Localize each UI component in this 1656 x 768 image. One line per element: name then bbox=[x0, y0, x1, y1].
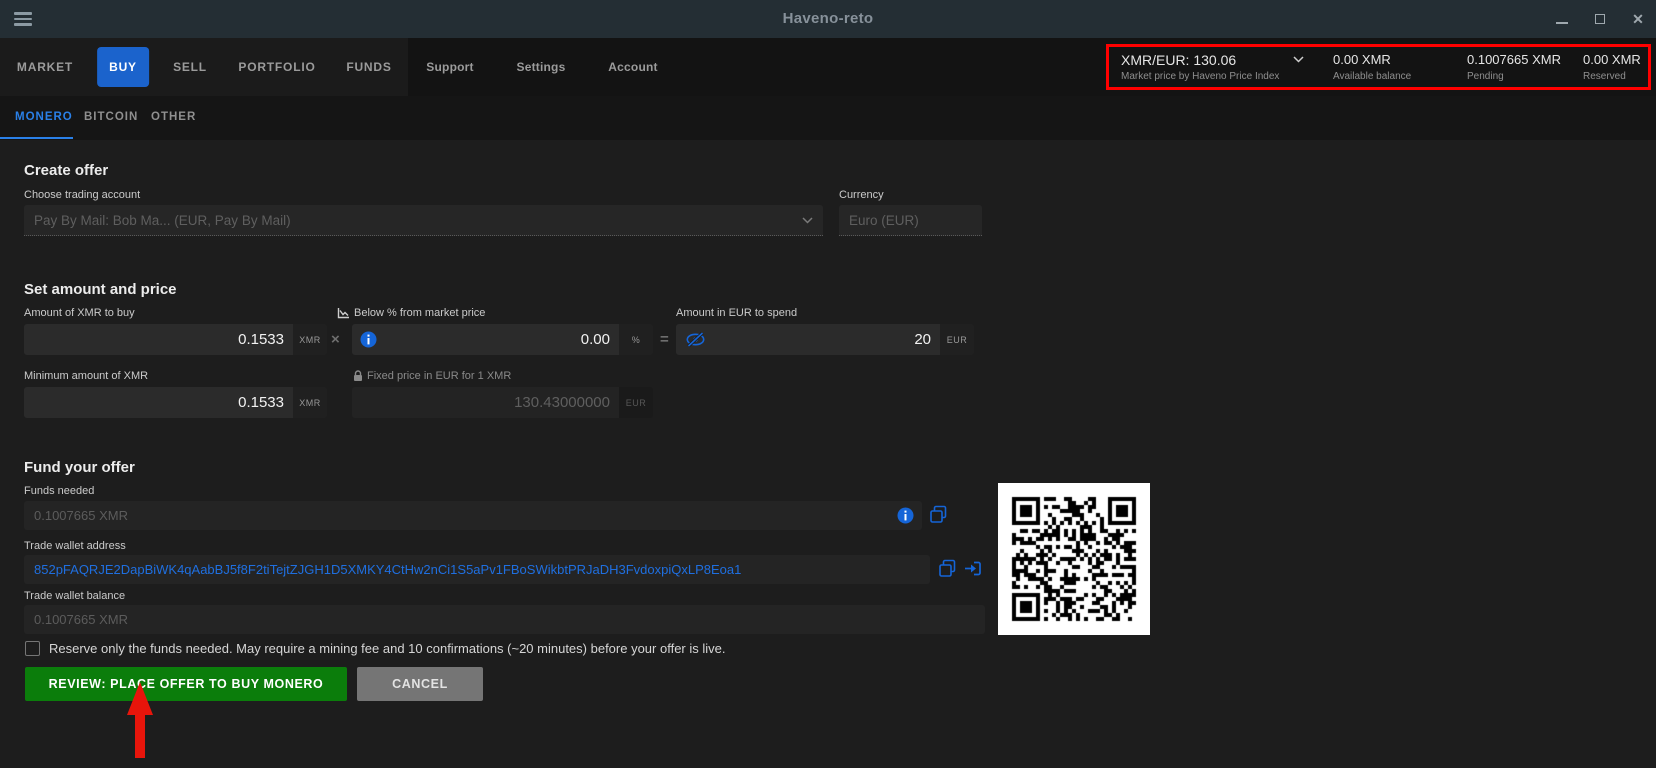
lock-icon bbox=[353, 370, 363, 382]
window-title: Haveno-reto bbox=[0, 0, 1656, 38]
market-price-balance-box: XMR/EUR: 130.06 Market price by Haveno P… bbox=[1106, 44, 1651, 90]
amount-to-spend-value: 20 bbox=[706, 331, 940, 348]
trade-wallet-address-field[interactable]: 852pFAQRJE2DapBiWK4qAabBJ5f8F2tiTejtZJGH… bbox=[24, 555, 930, 584]
amount-to-spend-input[interactable]: 20 EUR bbox=[676, 324, 974, 355]
chevron-down-icon[interactable] bbox=[1293, 56, 1304, 63]
below-market-label: Below % from market price bbox=[354, 307, 485, 319]
haveno-app-window: Haveno-reto ✕ MARKET BUY SELL PORTFOLIO … bbox=[0, 0, 1656, 768]
trade-wallet-address-label: Trade wallet address bbox=[24, 540, 126, 552]
below-market-value: 0.00 bbox=[377, 331, 619, 348]
nav-item-settings[interactable]: Settings bbox=[517, 38, 566, 96]
nav-item-buy[interactable]: BUY bbox=[97, 47, 149, 87]
trading-account-dropdown[interactable]: Pay By Mail: Bob Ma... (EUR, Pay By Mail… bbox=[24, 205, 823, 236]
set-amount-heading: Set amount and price bbox=[24, 281, 177, 298]
fixed-price-value: 130.43000000 bbox=[352, 394, 619, 411]
trade-wallet-balance-label: Trade wallet balance bbox=[24, 590, 125, 602]
fund-offer-heading: Fund your offer bbox=[24, 459, 135, 476]
info-icon[interactable] bbox=[352, 331, 377, 348]
amount-to-spend-label: Amount in EUR to spend bbox=[676, 307, 797, 319]
nav-item-funds[interactable]: FUNDS bbox=[346, 38, 391, 96]
multiply-sign: × bbox=[331, 331, 340, 348]
equals-sign: = bbox=[660, 331, 669, 348]
copy-icon[interactable] bbox=[938, 559, 957, 578]
market-trend-icon bbox=[337, 307, 350, 319]
amount-to-buy-input[interactable]: 0.1533 XMR bbox=[24, 324, 327, 355]
fixed-price-input: 130.43000000 EUR bbox=[352, 387, 653, 418]
reserved-balance-value: 0.00 XMR bbox=[1583, 52, 1641, 67]
qr-code bbox=[998, 483, 1150, 635]
trading-account-label: Choose trading account bbox=[24, 189, 140, 201]
currency-value: Euro (EUR) bbox=[839, 213, 982, 228]
main-nav-bar: MARKET BUY SELL PORTFOLIO FUNDS Support … bbox=[0, 38, 1656, 96]
close-icon[interactable]: ✕ bbox=[1630, 11, 1646, 27]
min-amount-input[interactable]: 0.1533 XMR bbox=[24, 387, 327, 418]
create-offer-heading: Create offer bbox=[24, 162, 108, 179]
amount-to-buy-value: 0.1533 bbox=[24, 331, 293, 348]
open-wallet-icon[interactable] bbox=[964, 560, 982, 577]
below-market-input[interactable]: 0.00 % bbox=[352, 324, 653, 355]
fixed-price-suffix: EUR bbox=[619, 387, 653, 418]
currency-label: Currency bbox=[839, 189, 884, 201]
maximize-icon[interactable] bbox=[1592, 11, 1608, 27]
title-bar: Haveno-reto ✕ bbox=[0, 0, 1656, 38]
create-offer-content: Create offer Choose trading account Pay … bbox=[0, 140, 1656, 768]
reserved-balance-label: Reserved bbox=[1583, 71, 1626, 82]
funds-needed-value: 0.1007665 XMR bbox=[24, 508, 897, 523]
nav-item-account[interactable]: Account bbox=[608, 38, 657, 96]
trade-wallet-balance-value: 0.1007665 XMR bbox=[24, 612, 985, 627]
min-amount-suffix: XMR bbox=[293, 387, 327, 418]
trade-wallet-address-value: 852pFAQRJE2DapBiWK4qAabBJ5f8F2tiTejtZJGH… bbox=[24, 562, 930, 577]
min-amount-label: Minimum amount of XMR bbox=[24, 370, 148, 382]
currency-field[interactable]: Euro (EUR) bbox=[839, 205, 982, 236]
funds-needed-field: 0.1007665 XMR bbox=[24, 501, 922, 530]
pending-balance-value: 0.1007665 XMR bbox=[1467, 52, 1561, 67]
fixed-price-label: Fixed price in EUR for 1 XMR bbox=[367, 370, 511, 382]
amount-suffix: XMR bbox=[293, 324, 327, 355]
annotation-arrow-icon bbox=[116, 678, 164, 760]
nav-item-sell[interactable]: SELL bbox=[173, 38, 207, 96]
percent-suffix: % bbox=[619, 324, 653, 355]
info-icon[interactable] bbox=[897, 507, 922, 524]
eur-suffix: EUR bbox=[940, 324, 974, 355]
cancel-button[interactable]: CANCEL bbox=[357, 667, 483, 701]
pending-balance-label: Pending bbox=[1467, 71, 1504, 82]
active-tab-underline bbox=[0, 137, 73, 139]
nav-item-market[interactable]: MARKET bbox=[17, 38, 73, 96]
available-balance-label: Available balance bbox=[1333, 71, 1411, 82]
eye-slash-icon[interactable] bbox=[676, 332, 706, 347]
reserve-funds-checkbox[interactable] bbox=[25, 641, 40, 656]
market-tabs-bar: MONERO BITCOIN OTHER bbox=[0, 96, 1656, 140]
nav-item-support[interactable]: Support bbox=[426, 38, 473, 96]
amount-to-buy-label: Amount of XMR to buy bbox=[24, 307, 135, 319]
market-price-provider-label: Market price by Haveno Price Index bbox=[1121, 71, 1279, 82]
tab-monero[interactable]: MONERO bbox=[15, 96, 73, 138]
copy-icon[interactable] bbox=[929, 505, 948, 524]
trade-wallet-balance-field: 0.1007665 XMR bbox=[24, 605, 985, 634]
tab-bitcoin[interactable]: BITCOIN bbox=[84, 96, 138, 138]
window-controls: ✕ bbox=[1554, 0, 1646, 38]
minimize-icon[interactable] bbox=[1554, 11, 1570, 27]
tab-other[interactable]: OTHER bbox=[151, 96, 196, 138]
chevron-down-icon bbox=[802, 217, 823, 224]
trading-account-value: Pay By Mail: Bob Ma... (EUR, Pay By Mail… bbox=[24, 213, 802, 228]
reserve-funds-note: Reserve only the funds needed. May requi… bbox=[49, 641, 726, 656]
funds-needed-label: Funds needed bbox=[24, 485, 94, 497]
min-amount-value: 0.1533 bbox=[24, 394, 293, 411]
review-place-offer-button[interactable]: REVIEW: PLACE OFFER TO BUY MONERO bbox=[25, 667, 347, 701]
nav-item-portfolio[interactable]: PORTFOLIO bbox=[238, 38, 315, 96]
available-balance-value: 0.00 XMR bbox=[1333, 52, 1391, 67]
market-price-selector[interactable]: XMR/EUR: 130.06 bbox=[1121, 52, 1236, 68]
